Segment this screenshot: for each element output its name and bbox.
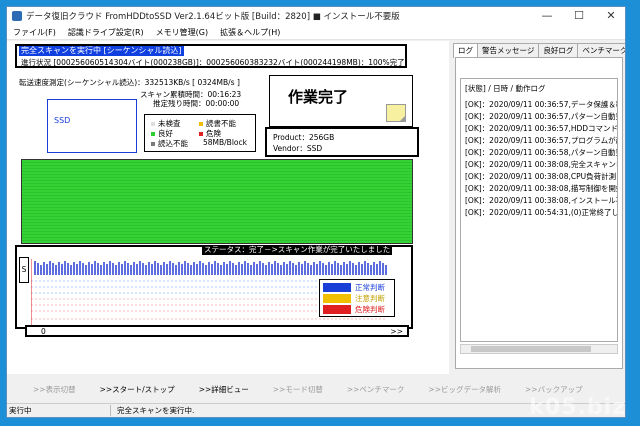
log-line: [OK]：2020/09/11 00:36:57,HDDコマンド制御	[465, 124, 618, 133]
maximize-button[interactable]: ☐	[563, 7, 595, 25]
legend-danger-swatch	[199, 132, 203, 136]
backup-button[interactable]: >>バックアップ	[525, 384, 583, 395]
done-label: 作業完了	[288, 88, 349, 106]
log-list[interactable]: [状態] / 日時 / 動作ログ [OK]：2020/09/11 00:36:5…	[460, 78, 618, 342]
drive-label: SSD	[54, 116, 71, 125]
big-data-button[interactable]: >>ビッグデータ解析	[428, 384, 501, 395]
legend-read-error: 読込不能	[151, 138, 188, 149]
tab-warnings[interactable]: 警告メッセージ	[477, 43, 540, 57]
minimize-button[interactable]: —	[531, 7, 563, 25]
judge-caution-swatch	[323, 294, 351, 303]
judge-legend: 正常判断 注意判断 危険判断	[319, 279, 395, 317]
legend: 未検査 読書不能 良好 危険 読込不能 58MB/Block	[144, 114, 256, 152]
start-stop-button[interactable]: >>スタート/ストップ	[100, 384, 175, 395]
judge-danger-swatch	[323, 305, 351, 314]
benchmark-button[interactable]: >>ベンチマーク	[347, 384, 405, 395]
detail-view-button[interactable]: >>詳細ビュー	[199, 384, 249, 395]
app-window: データ復旧クラウド FromHDDtoSSD Ver2.1.64ビット版 [Bu…	[6, 6, 626, 418]
log-line: [OK]：2020/09/11 00:38:08,CPU負荷計測を開始	[465, 172, 617, 181]
status-state: 実行中	[7, 405, 111, 416]
tab-good-log[interactable]: 良好ログ	[538, 43, 579, 57]
judge-caution-label: 注意判断	[355, 294, 385, 303]
legend-block-size: 58MB/Block	[203, 138, 247, 147]
menu-file[interactable]: ファイル(F)	[7, 27, 62, 38]
legend-good-label: 良好	[158, 129, 173, 138]
legend-slow-read-swatch	[199, 122, 203, 126]
speed-text: 転送速度測定(シーケンシャル読込)：332513KB/s [ 0324MB/s …	[19, 78, 240, 87]
title-bar: データ復旧クラウド FromHDDtoSSD Ver2.1.64ビット版 [Bu…	[7, 7, 625, 25]
legend-slow-read-label: 読書不能	[206, 119, 236, 128]
judge-normal-swatch	[323, 283, 351, 292]
legend-read-error-swatch	[151, 142, 155, 146]
close-button[interactable]: ✕	[595, 7, 625, 25]
log-horizontal-scrollbar[interactable]	[460, 344, 618, 354]
log-line: [OK]：2020/09/11 00:38:08,描写制御を開始し	[465, 184, 618, 193]
scan-panel: 完全スキャンを実行中 [シーケンシャル読込] 進行状況 [00025606051…	[7, 41, 449, 374]
tab-benchmark[interactable]: ベンチマーク	[577, 43, 625, 57]
graph-s-label: S	[19, 257, 29, 283]
menu-help[interactable]: 拡張＆ヘルプ(H)	[214, 27, 286, 38]
log-line: [OK]：2020/09/11 00:36:57,データ保護＆範囲	[465, 100, 618, 109]
scan-status-header: 完全スキャンを実行中 [シーケンシャル読込] 進行状況 [00025606051…	[15, 44, 407, 68]
graph-scroll-slider[interactable]: 0 >>	[25, 325, 409, 337]
sector-map-grid	[22, 160, 412, 243]
speed-graph: ステータス：完了－>スキャン作業が完了いたしました S 正常判断 注意判断 危険…	[15, 245, 413, 329]
menu-bar: ファイル(F) 認識ドライブ設定(R) メモリ管理(G) 拡張＆ヘルプ(H)	[7, 25, 625, 40]
log-header: [状態] / 日時 / 動作ログ	[465, 84, 546, 93]
legend-unchecked-swatch	[151, 122, 155, 126]
log-line: [OK]：2020/09/11 00:36:58,パターン自動更新処	[465, 148, 617, 157]
legend-unchecked-label: 未検査	[158, 119, 181, 128]
scrollbar-thumb[interactable]	[471, 346, 591, 352]
log-line: [OK]：2020/09/11 00:38:08,完全スキャンを開始	[465, 160, 617, 169]
remaining-time-text: 推定残り時間：00:00:00	[153, 99, 240, 108]
drive-box: SSD	[47, 99, 137, 153]
log-side-panel: ログ 警告メッセージ 良好ログ ベンチマーク [状態] / 日時 / 動作ログ …	[449, 41, 625, 374]
judge-normal-label: 正常判断	[355, 283, 385, 292]
status-message: 完全スキャンを実行中.	[117, 406, 195, 415]
view-toggle-button[interactable]: >>表示切替	[33, 384, 76, 395]
sector-map	[21, 159, 413, 244]
done-box: 作業完了	[269, 75, 413, 127]
menu-drive-settings[interactable]: 認識ドライブ設定(R)	[62, 27, 150, 38]
graph-status: ステータス：完了－>スキャン作業が完了いたしました	[202, 245, 393, 255]
app-icon	[12, 11, 22, 21]
mode-toggle-button[interactable]: >>モード切替	[273, 384, 323, 395]
menu-memory[interactable]: メモリ管理(G)	[150, 27, 214, 38]
watermark: k05.biz	[529, 395, 626, 420]
legend-good-swatch	[151, 132, 155, 136]
log-tabs: ログ 警告メッセージ 良好ログ ベンチマーク	[453, 43, 625, 58]
tab-log[interactable]: ログ	[453, 43, 478, 58]
log-line: [OK]：2020/09/11 00:38:08,インストール不要版で	[465, 196, 617, 205]
scan-progress-text: 進行状況 [000256060514304バイト(000238GB)]：0002…	[21, 58, 405, 67]
vendor-text: Vendor：SSD	[273, 144, 323, 153]
slider-start-label: 0	[41, 327, 46, 336]
note-icon	[386, 104, 406, 122]
window-title: データ復旧クラウド FromHDDtoSSD Ver2.1.64ビット版 [Bu…	[26, 12, 400, 22]
scan-status-title: 完全スキャンを実行中 [シーケンシャル読込]	[19, 46, 184, 56]
slider-forward-button[interactable]: >>	[390, 327, 403, 336]
log-line: [OK]：2020/09/11 00:36:57,パターン自動更新	[465, 112, 618, 121]
legend-read-error-label: 読込不能	[158, 139, 188, 148]
log-line: [OK]：2020/09/11 00:54:31,(0)正常終了しまし	[465, 208, 618, 217]
judge-danger-label: 危険判断	[355, 305, 385, 314]
log-line: [OK]：2020/09/11 00:36:57,プログラムが起動し	[465, 136, 617, 145]
log-panel: [状態] / 日時 / 動作ログ [OK]：2020/09/11 00:36:5…	[455, 57, 623, 369]
legend-danger-label: 危険	[206, 129, 221, 138]
product-text: Product：256GB	[273, 133, 335, 142]
drive-info-box: Product：256GB Vendor：SSD	[265, 127, 419, 157]
